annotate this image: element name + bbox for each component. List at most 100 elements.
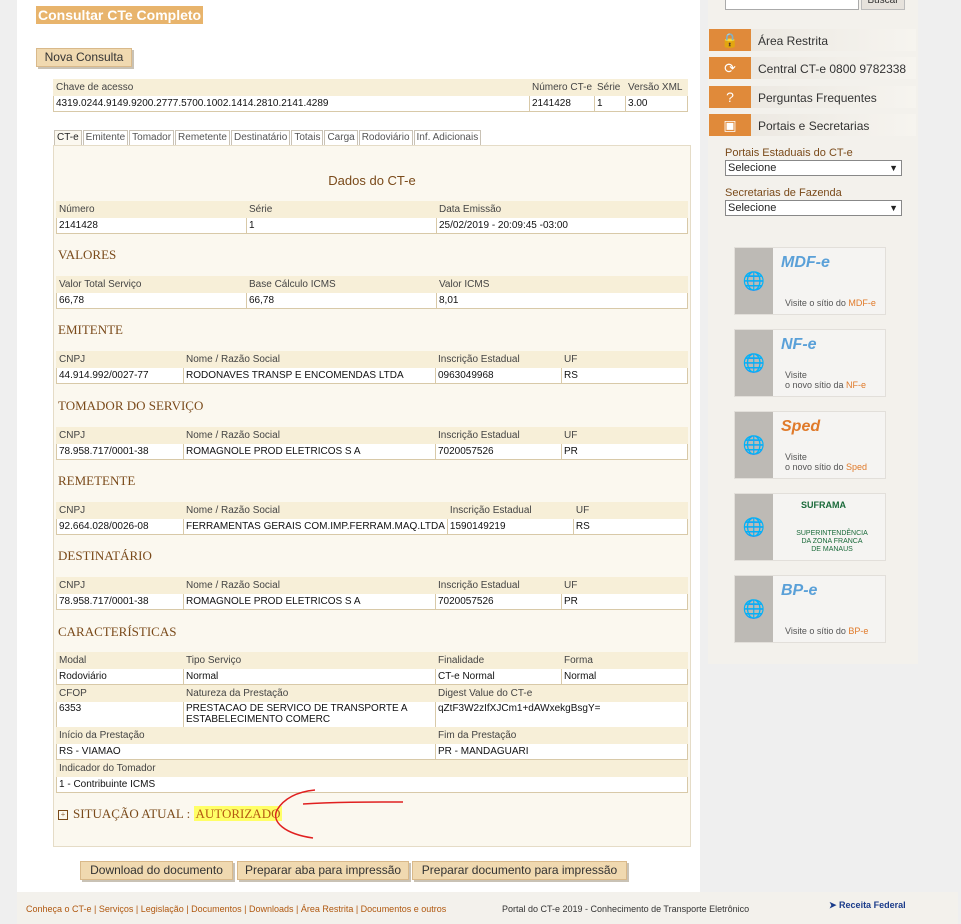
banner-highlight: Sped <box>846 462 868 472</box>
question-icon: ? <box>709 86 751 108</box>
footer-portal: Portal do CT-e 2019 - Conhecimento de Tr… <box>502 904 750 914</box>
base-calculo-value: 66,78 <box>246 292 437 309</box>
banner-line: SUPERINTENDÊNCIA <box>796 530 868 537</box>
window-icon: ▣ <box>709 114 751 136</box>
nova-consulta-button[interactable]: Nova Consulta <box>36 48 132 67</box>
uf-label: UF <box>561 577 688 594</box>
menu-central-cte[interactable]: ⟳ Central CT-e 0800 9782338 <box>709 57 916 79</box>
digest-value: qZtF3W2zIfXJCm1+dAWxekgBsgY= <box>435 701 688 729</box>
menu-portais[interactable]: ▣ Portais e Secretarias <box>709 114 916 136</box>
banner-text: SUPERINTENDÊNCIA DA ZONA FRANCA DE MANAUS <box>787 530 877 554</box>
serie-header: Série <box>594 79 627 96</box>
tab-inf-adicionais[interactable]: Inf. Adicionais <box>413 130 482 145</box>
inicio-value: RS - VIAMAO <box>56 743 436 760</box>
search-input[interactable] <box>725 0 859 10</box>
cnpj-label: CNPJ <box>56 502 184 519</box>
uf-label: UF <box>572 502 689 519</box>
banner-nfe[interactable]: 🌐 NF-e Visite o novo sítio da NF-e <box>734 329 886 397</box>
natureza-line1: PRESTACAO DE SERVICO DE TRANSPORTE A <box>186 703 408 714</box>
data-emissao-value: 25/02/2019 - 20:09:45 -03:00 <box>436 217 688 234</box>
tab-cte[interactable]: CT-e <box>54 130 82 145</box>
banner-mdfe[interactable]: 🌐 MDF-e Visite o sítio do MDF-e <box>734 247 886 315</box>
tab-tomador[interactable]: Tomador <box>129 130 175 145</box>
suframa-logo: SUFRAMA <box>801 500 846 510</box>
tipo-servico-label: Tipo Serviço <box>183 652 436 669</box>
base-calculo-label: Base Cálculo ICMS <box>246 276 437 293</box>
menu-label: Central CT-e 0800 9782338 <box>758 62 907 76</box>
uf-value: RS <box>572 518 689 535</box>
menu-area-restrita[interactable]: 🔒 Área Restrita <box>709 29 916 51</box>
cnpj-value: 44.914.992/0027-77 <box>56 367 184 384</box>
globe-icon: 🌐 <box>735 412 773 478</box>
nome-label: Nome / Razão Social <box>183 351 436 368</box>
valores-table: Valor Total Serviço Base Cálculo ICMS Va… <box>56 276 688 309</box>
cnpj-label: CNPJ <box>56 577 184 594</box>
cnpj-label: CNPJ <box>56 427 184 444</box>
footer-links[interactable]: Conheça o CT-e | Serviços | Legislação |… <box>26 904 446 914</box>
dropdown-arrow-icon: ▼ <box>889 203 898 213</box>
tab-emitente[interactable]: Emitente <box>82 130 129 145</box>
valor-icms-label: Valor ICMS <box>436 276 688 293</box>
versao-header: Versão XML <box>625 79 688 96</box>
cfop-value: 6353 <box>56 701 184 729</box>
tab-totais[interactable]: Totais <box>291 130 324 145</box>
caracteristicas-title: CARACTERÍSTICAS <box>58 624 177 639</box>
nome-value: FERRAMENTAS GERAIS COM.IMP.FERRAM.MAQ.LT… <box>183 518 448 535</box>
menu-perguntas[interactable]: ? Perguntas Frequentes <box>709 86 916 108</box>
caracteristicas-table-2: CFOP Natureza da Prestação Digest Value … <box>56 685 688 729</box>
tab-bar: CT-e Emitente Tomador Remetente Destinat… <box>54 130 482 145</box>
preparar-aba-button[interactable]: Preparar aba para impressão <box>237 861 409 880</box>
banner-suframa[interactable]: 🌐 SUFRAMA SUPERINTENDÊNCIA DA ZONA FRANCA… <box>734 493 886 561</box>
globe-icon: 🌐 <box>735 248 773 314</box>
banner-line: Visite o sítio do <box>785 626 849 636</box>
portais-select[interactable]: Selecione ▼ <box>725 160 902 176</box>
tomador-table: CNPJ Nome / Razão Social Inscrição Estad… <box>56 427 688 460</box>
banner-text: Visite o novo sítio da NF-e <box>785 370 866 390</box>
rf-label: Receita Federal <box>839 900 906 910</box>
nome-value: RODONAVES TRANSP E ENCOMENDAS LTDA <box>183 367 436 384</box>
download-button[interactable]: Download do documento <box>80 861 233 880</box>
banner-text: Visite o sítio do MDF-e <box>785 298 876 308</box>
tipo-servico-value: Normal <box>183 668 436 685</box>
caracteristicas-table-1: Modal Tipo Serviço Finalidade Forma Rodo… <box>56 652 688 685</box>
menu-label: Perguntas Frequentes <box>758 91 877 105</box>
secretarias-select[interactable]: Selecione ▼ <box>725 200 902 216</box>
uf-label: UF <box>561 427 688 444</box>
data-emissao-label: Data Emissão <box>436 201 688 218</box>
portais-label: Portais Estaduais do CT-e <box>725 147 853 159</box>
forma-label: Forma <box>561 652 688 669</box>
expand-icon[interactable]: + <box>58 810 68 821</box>
serie-label: Série <box>246 201 437 218</box>
search-button[interactable]: Buscar <box>861 0 905 10</box>
secretarias-select-value: Selecione <box>728 202 777 214</box>
banner-line: Visite <box>785 452 807 462</box>
tab-carga[interactable]: Carga <box>324 130 358 145</box>
uf-value: PR <box>561 593 688 610</box>
emitente-table: CNPJ Nome / Razão Social Inscrição Estad… <box>56 351 688 384</box>
inicio-label: Início da Prestação <box>56 727 436 744</box>
fim-value: PR - MANDAGUARI <box>435 743 688 760</box>
tab-rodoviario[interactable]: Rodoviário <box>358 130 413 145</box>
cnpj-value: 78.958.717/0001-38 <box>56 443 184 460</box>
banner-line: o novo sítio do <box>785 462 847 472</box>
situacao-label: SITUAÇÃO ATUAL : <box>73 806 194 821</box>
preparar-documento-button[interactable]: Preparar documento para impressão <box>412 861 627 880</box>
banner-bpe[interactable]: 🌐 BP-e Visite o sítio do BP-e <box>734 575 886 643</box>
receita-federal-logo: ➤ Receita Federal <box>829 900 906 911</box>
nome-label: Nome / Razão Social <box>183 502 448 519</box>
situacao-atual: + SITUAÇÃO ATUAL : AUTORIZADO <box>58 806 283 822</box>
banner-highlight: NF-e <box>846 380 867 390</box>
valor-total-value: 66,78 <box>56 292 247 309</box>
ie-value: 7020057526 <box>435 593 562 610</box>
nome-value: ROMAGNOLE PROD ELETRICOS S A <box>183 593 436 610</box>
tab-destinatario[interactable]: Destinatário <box>230 130 291 145</box>
nome-label: Nome / Razão Social <box>183 577 436 594</box>
tab-remetente[interactable]: Remetente <box>175 130 230 145</box>
banner-sped[interactable]: 🌐 Sped Visite o novo sítio do Sped <box>734 411 886 479</box>
chave-header: Chave de acesso <box>53 79 530 96</box>
secretarias-label: Secretarias de Fazenda <box>725 187 842 199</box>
indicador-label: Indicador do Tomador <box>56 760 688 777</box>
remetente-title: REMETENTE <box>58 473 136 488</box>
forma-value: Normal <box>561 668 688 685</box>
cnpj-value: 92.664.028/0026-08 <box>56 518 184 535</box>
